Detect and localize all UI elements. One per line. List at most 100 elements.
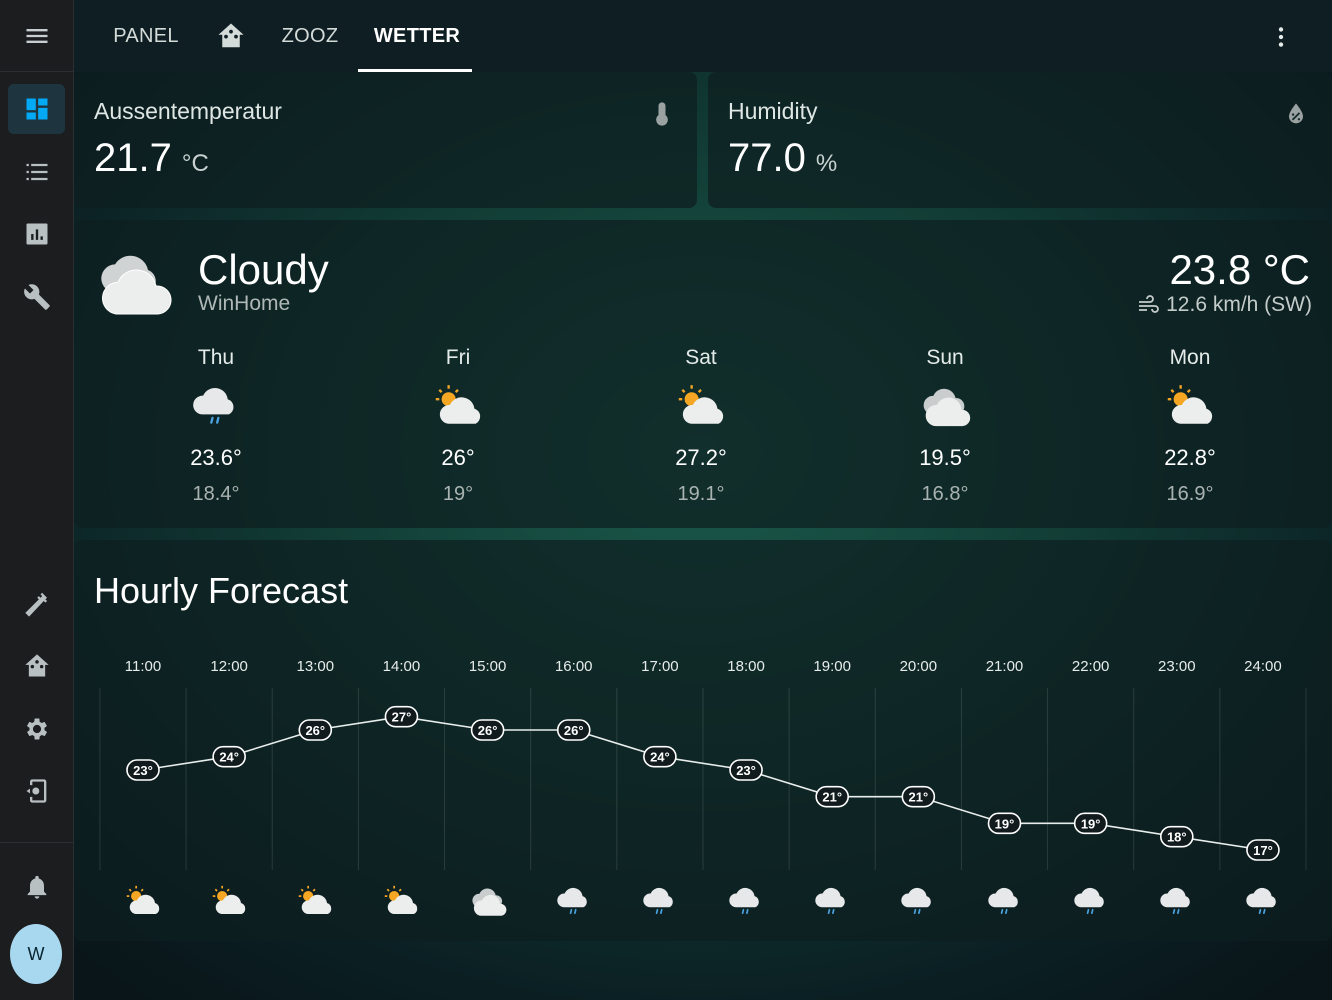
- temperature-label: 23°: [736, 763, 756, 778]
- temperature-label: 27°: [392, 710, 412, 725]
- temperature-point: 27°: [384, 705, 419, 728]
- sensor-card-humidity[interactable]: Humidity 77.0%: [708, 72, 1332, 208]
- tab-zooz[interactable]: ZOOZ: [270, 0, 350, 72]
- sidebar-item-developer-tools[interactable]: [8, 579, 65, 629]
- forecast-day-thu: Thu 23.6° 18.4°: [146, 346, 286, 512]
- hammer-icon: [24, 592, 47, 617]
- home-assistant-icon: [24, 654, 49, 677]
- sensor-card-temperature[interactable]: Aussentemperatur 21.7 °C: [74, 72, 697, 208]
- temperature-label: 17°: [1253, 843, 1273, 858]
- history-icon: [26, 223, 47, 245]
- temperature-label: 23°: [133, 763, 153, 778]
- logbook-icon: [26, 163, 47, 181]
- sidebar-item-device[interactable]: [8, 766, 65, 816]
- sidebar-item-settings[interactable]: [8, 704, 65, 754]
- temperature-point: 19°: [987, 812, 1022, 835]
- overflow-menu-button[interactable]: [1266, 22, 1296, 52]
- partly-cloudy-icon: [385, 885, 418, 914]
- sidebar-item-hacs[interactable]: [8, 641, 65, 691]
- forecast-low-temp: 16.8°: [921, 483, 969, 505]
- hourly-condition-icon: [212, 885, 246, 914]
- sidebar-header: [0, 0, 73, 72]
- forecast-day-icon: [631, 374, 771, 440]
- sensor-value: 21.7 °C: [94, 136, 209, 181]
- sidebar-item-history[interactable]: [8, 209, 65, 259]
- tab-home[interactable]: [204, 0, 258, 72]
- temperature-point: 24°: [212, 745, 246, 768]
- top-app-bar: PANEL ZOOZ WETTER: [74, 0, 1332, 72]
- forecast-day-icon: [1120, 374, 1260, 440]
- forecast-high-temp: 26°: [441, 445, 475, 470]
- hourly-forecast-card[interactable]: Hourly Forecast 11:00 12:00 13:00 14:00 15:0…: [74, 540, 1332, 941]
- hamburger-menu-icon: [26, 29, 47, 43]
- partly-cloudy-icon: [126, 885, 160, 914]
- sensor-value-number: 21.7: [94, 136, 172, 180]
- sidebar-divider: [0, 842, 73, 843]
- weather-forecast-card[interactable]: Cloudy WinHome 23.8 °C 12.6 km/h (SW) Th…: [74, 220, 1332, 528]
- sensor-value: 77.0%: [728, 136, 837, 181]
- dashboard-icon: [26, 98, 47, 120]
- temperature-point: 24°: [643, 745, 677, 768]
- temperature-point: 21°: [815, 785, 850, 808]
- partly-cloudy-icon: [299, 885, 332, 914]
- sidebar-item-logbook[interactable]: [8, 147, 65, 197]
- forecast-day-name: Sat: [685, 346, 717, 369]
- rainy-icon: [987, 887, 1018, 914]
- forecast-day-fri: Fri 26° 19°: [388, 346, 528, 512]
- forecast-high-temp: 27.2°: [675, 445, 727, 470]
- forecast-day-mon: Mon 22.8° 16.9°: [1120, 346, 1260, 512]
- rainy-icon: [1160, 887, 1190, 914]
- forecast-low-temp: 18.4°: [192, 483, 240, 505]
- forecast-day-icon: [146, 374, 286, 440]
- temperature-point: 26°: [556, 719, 591, 741]
- temperature-label: 18°: [1167, 830, 1187, 845]
- hourly-condition-icon: [472, 888, 506, 916]
- forecast-high-temp: 22.8°: [1164, 445, 1216, 470]
- temperature-point: 26°: [298, 719, 333, 741]
- partly-cloudy-icon: [1167, 384, 1213, 424]
- forecast-day-sat: Sat 27.2° 19.1°: [631, 346, 771, 512]
- sidebar-item-overview[interactable]: [8, 84, 65, 134]
- sidebar-item-config[interactable]: [8, 272, 65, 322]
- tab-panel[interactable]: PANEL: [100, 0, 192, 72]
- rainy-icon: [901, 887, 932, 914]
- cloudy-icon: [923, 388, 971, 426]
- hourly-condition-icon: [729, 887, 759, 914]
- temperature-point: 23°: [126, 759, 160, 781]
- temperature-point: 26°: [470, 719, 505, 741]
- weather-temperature: 23.8 °C: [1169, 246, 1310, 293]
- forecast-day-name: Sun: [926, 346, 964, 369]
- forecast-day-sun: Sun 19.5° 16.8°: [875, 346, 1015, 512]
- partly-cloudy-icon: [212, 885, 246, 914]
- wind-icon: [1139, 295, 1159, 313]
- wind-value: 12.6 km/h (SW): [1166, 293, 1312, 316]
- menu-button[interactable]: [8, 11, 65, 61]
- hourly-condition-icon: [1160, 887, 1190, 914]
- rainy-icon: [1246, 887, 1276, 914]
- temperature-label: 21°: [909, 790, 929, 805]
- sensor-name: Humidity: [728, 98, 818, 124]
- gear-icon: [26, 718, 47, 740]
- tab-wetter[interactable]: WETTER: [364, 0, 470, 72]
- hourly-condition-icon: [1073, 887, 1104, 914]
- temperature-label: 26°: [564, 723, 584, 738]
- forecast-day-icon: [388, 374, 528, 440]
- sidebar: W: [0, 0, 74, 1000]
- forecast-high-temp: 23.6°: [190, 445, 242, 470]
- forecast-day-icon: [875, 374, 1015, 440]
- weather-wind: 12.6 km/h (SW): [1136, 293, 1312, 317]
- hourly-condition-icon: [1246, 887, 1276, 914]
- forecast-low-temp: 19°: [442, 483, 474, 505]
- avatar[interactable]: W: [10, 924, 62, 984]
- partly-cloudy-icon: [435, 384, 481, 424]
- dots-vertical-icon: [1278, 27, 1284, 47]
- cloudy-icon: [472, 888, 506, 916]
- hourly-condition-icon: [643, 887, 673, 914]
- forecast-low-temp: 19.1°: [677, 483, 725, 505]
- weather-location: WinHome: [198, 292, 291, 315]
- forecast-low-temp: 16.9°: [1166, 483, 1214, 505]
- wrench-icon: [23, 284, 50, 310]
- temperature-label: 24°: [219, 750, 239, 765]
- sidebar-item-notifications[interactable]: [8, 862, 65, 912]
- developer-tools-icon: [26, 779, 46, 803]
